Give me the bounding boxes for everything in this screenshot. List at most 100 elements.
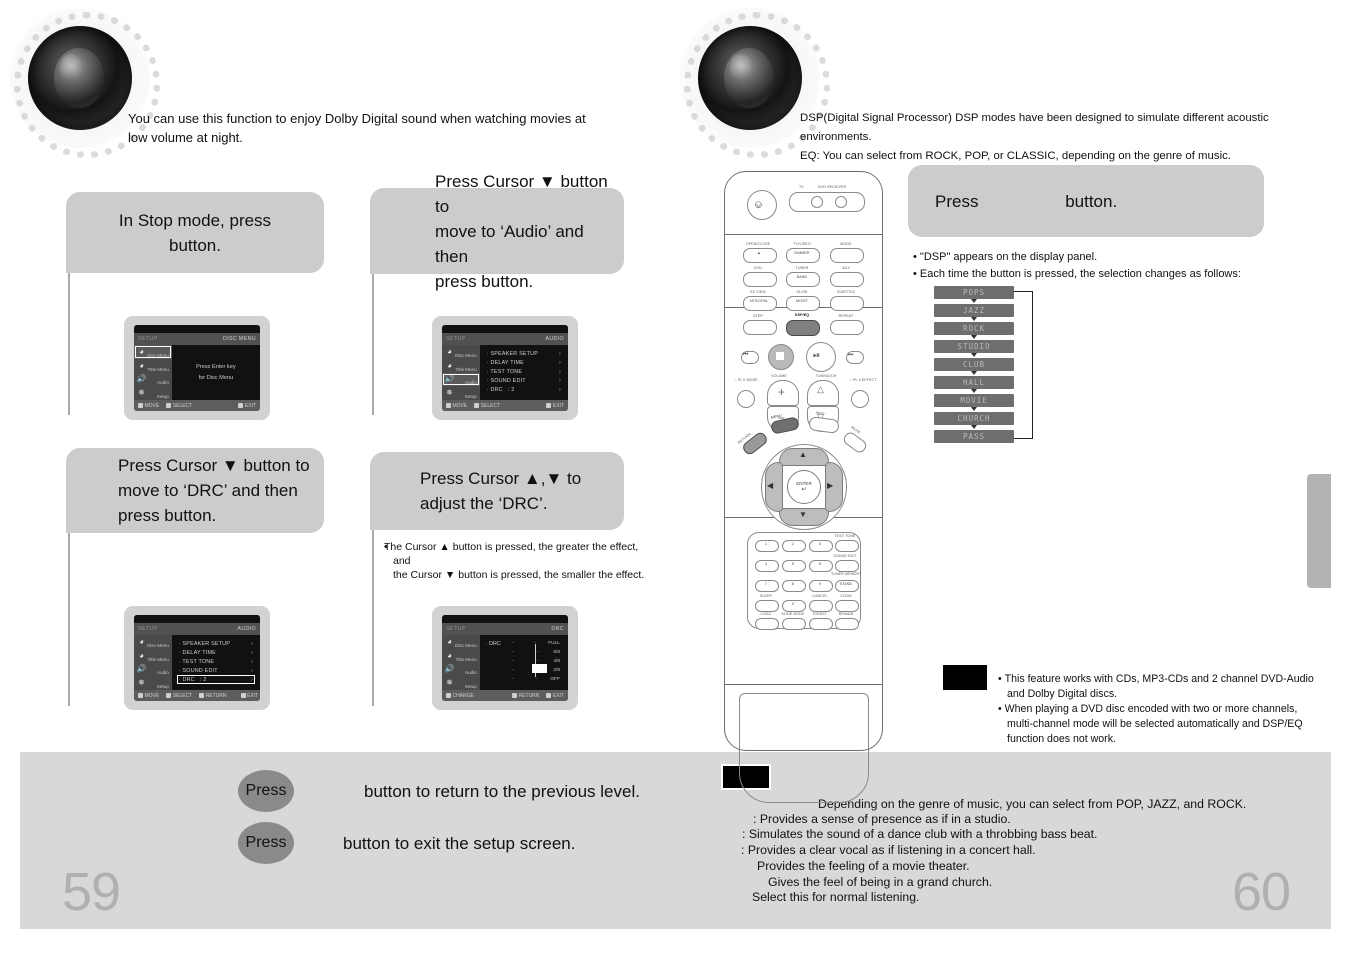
tv-sidebar-item-audio[interactable]: 🔊 Audio xyxy=(134,373,172,387)
tv-footer-select: SELECT xyxy=(166,693,192,699)
pl2-mode-button[interactable] xyxy=(737,390,755,408)
tv-main-pane: Press Enter key for Disc Menu xyxy=(171,345,260,400)
play-pause-button[interactable] xyxy=(806,342,836,372)
pl2-effect-label: ∴ PL II EFFECT xyxy=(849,378,877,382)
sound-edit-label: SOUND EDIT xyxy=(833,554,857,558)
step-2-line-1: Press Cursor ▼ button to xyxy=(435,171,608,216)
zoom-button[interactable] xyxy=(835,600,859,612)
step-1-line-2: button. xyxy=(169,235,221,255)
tuner-label: TUNER xyxy=(795,266,809,270)
tv-footer-exit: EXIT xyxy=(240,693,258,699)
gear-icon: ✵ xyxy=(138,678,145,688)
gear-icon: ✵ xyxy=(446,388,453,398)
dvd-receiver-led xyxy=(835,196,847,208)
remote-control: ⎉ TV DVD RECEIVER OPEN/CLOSE ▲ TV/VIDEO … xyxy=(724,171,883,803)
dsp-desc-6: Gives the feel of being in a grand churc… xyxy=(768,875,993,889)
plus-icon: + xyxy=(778,385,786,399)
cancel-button[interactable] xyxy=(809,600,833,612)
band-label: BAND xyxy=(796,275,808,279)
tv-menu-row[interactable]: · SOUND EDIT › xyxy=(485,376,563,385)
drc-slider-knob[interactable] xyxy=(531,664,547,674)
tv-menu-row[interactable]: · DELAY TIME › xyxy=(485,358,563,367)
tv-menu-row[interactable]: · SOUND EDIT › xyxy=(177,666,255,675)
tv-sidebar-item-audio[interactable]: 🔊 Audio xyxy=(442,663,480,677)
menu-button-group[interactable]: MENU xyxy=(769,413,801,435)
tv-menu-row[interactable]: · TEST TONE › xyxy=(485,367,563,376)
tv-menu-row[interactable]: · SPEAKER SETUP › xyxy=(485,349,563,358)
tv-sidebar-item-setup[interactable]: ✵ Setup xyxy=(442,676,480,690)
tv-sidebar: ◕ Disc Menu ◕ Title Menu 🔊 Audio ✵ Setup xyxy=(134,635,172,690)
return-button-group[interactable]: RETURN xyxy=(737,430,770,457)
tv-title-row: SETUP DRC xyxy=(442,623,568,635)
dsp-desc-4: : Provides a clear vocal as if listening… xyxy=(741,843,1036,857)
mute-button-group[interactable]: MUTE xyxy=(841,425,869,455)
dsp-mode-item: CHURCH xyxy=(934,412,1014,425)
sleep-button[interactable] xyxy=(755,600,779,612)
remain-label: REMAIN xyxy=(838,612,854,616)
tv-sidebar-item-setup[interactable]: ✵ Setup xyxy=(134,386,172,400)
step-button[interactable] xyxy=(743,320,777,335)
tv-sidebar-item-title-menu[interactable]: ◕ Title Menu xyxy=(134,359,172,373)
tv-title-row: SETUP AUDIO xyxy=(134,623,260,635)
mode-button[interactable] xyxy=(830,248,864,263)
dsp-eq-button[interactable] xyxy=(786,320,820,336)
drc-slider[interactable]: --FULL --6/8 --4/8 --2/8 --OFF xyxy=(512,639,560,684)
step-2-connector xyxy=(372,274,374,415)
tv-sidebar-item-title-menu[interactable]: ◕ Title Menu xyxy=(442,649,480,663)
digest-button[interactable] xyxy=(809,618,833,630)
dsp-arrow-icon xyxy=(971,335,977,339)
tv-sidebar-item-audio[interactable]: 🔊 Audio xyxy=(442,372,480,387)
disc-menu-icon: ◕ xyxy=(139,636,144,646)
subtitle-button[interactable] xyxy=(830,296,864,311)
logo-button[interactable] xyxy=(755,618,779,630)
remain-button[interactable] xyxy=(835,618,859,630)
enter-button[interactable]: ENTER ↵ xyxy=(787,470,821,504)
tv-sidebar-item-setup[interactable]: ✵ Setup xyxy=(134,676,172,690)
dsp-desc-7: Select this for normal listening. xyxy=(752,890,920,904)
tv-led xyxy=(811,196,823,208)
disc-menu-icon: ◕ xyxy=(447,636,452,646)
dsp-desc-2: : Provides a sense of presence as if in … xyxy=(753,812,1011,826)
tv-sidebar-item-audio[interactable]: 🔊 Audio xyxy=(134,663,172,677)
tv-menu-row[interactable]: · DRC : 2 › xyxy=(485,385,563,394)
mute-button[interactable] xyxy=(841,430,869,455)
page-edge-tab xyxy=(1307,474,1331,588)
drc-tick[interactable]: - - OFF xyxy=(512,677,560,682)
press-exit-pill[interactable]: Press xyxy=(238,822,294,864)
aux-button[interactable] xyxy=(830,272,864,287)
tv-menu-row-selected[interactable]: · DRC : 2 › xyxy=(176,675,255,684)
info-button[interactable] xyxy=(808,415,840,435)
tv-sidebar-item-disc-menu[interactable]: ◕ Disc Menu xyxy=(442,345,480,359)
tv-menu-row[interactable]: · TEST TONE › xyxy=(177,657,255,666)
note-bullet-2: • When playing a DVD disc encoded with t… xyxy=(998,703,1303,745)
tv-menu-row[interactable]: · DELAY TIME › xyxy=(177,648,255,657)
test-tone-button[interactable] xyxy=(835,540,859,552)
info-button-group[interactable]: INFO xyxy=(808,411,840,435)
tv-sidebar-item-disc-menu[interactable]: ◕ Disc Menu xyxy=(134,345,172,359)
repeat-button[interactable] xyxy=(830,320,864,335)
tv-screen-drc-slider: SETUP DRC ◕ Disc Menu ◕ Title Menu 🔊 Aud… xyxy=(432,606,578,710)
intro-text-left: You can use this function to enjoy Dolby… xyxy=(128,109,648,147)
speaker-audio-icon: 🔊 xyxy=(444,664,455,674)
tv-sidebar-item-title-menu[interactable]: ◕ Title Menu xyxy=(442,359,480,373)
digit-3-label: 3 xyxy=(818,542,822,546)
tv-sidebar-item-setup[interactable]: ✵ Setup xyxy=(442,386,480,400)
sound-edit-button[interactable] xyxy=(835,560,859,572)
dsp-mode-item: CLUB xyxy=(934,358,1014,371)
tv-sidebar-item-disc-menu[interactable]: ◕ Disc Menu xyxy=(442,635,480,649)
tv-menu-row[interactable]: · SPEAKER SETUP › xyxy=(177,639,255,648)
tv-sidebar-item-title-menu[interactable]: ◕ Title Menu xyxy=(134,649,172,663)
press-return-pill[interactable]: Press xyxy=(238,770,294,812)
slide-mode-button[interactable] xyxy=(782,618,806,630)
speaker-audio-icon: 🔊 xyxy=(136,374,147,384)
dsp-mode-item: ROCK xyxy=(934,322,1014,335)
step-3-connector xyxy=(68,533,70,706)
dvd-receiver-indicator-label: DVD RECEIVER xyxy=(818,185,847,189)
step-3-line-3: press button. xyxy=(118,506,217,525)
pl2-effect-button[interactable] xyxy=(851,390,869,408)
digit-9-label: 9 xyxy=(818,582,822,586)
dvd-button[interactable] xyxy=(743,272,777,287)
digit-5-label: 5 xyxy=(791,562,795,566)
digit-8-label: 8 xyxy=(791,582,795,586)
tv-sidebar-item-disc-menu[interactable]: ◕ Disc Menu xyxy=(134,635,172,649)
